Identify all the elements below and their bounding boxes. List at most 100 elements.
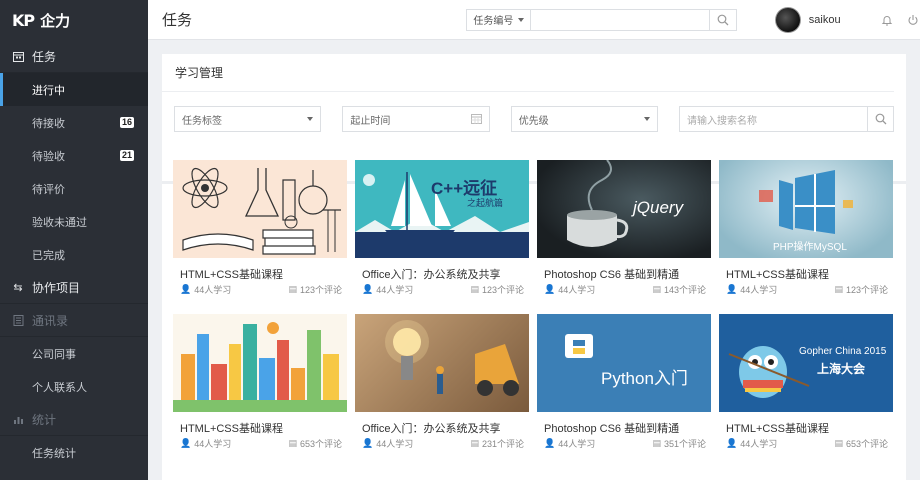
comments-count: ▤ 123个评论 [834, 283, 888, 296]
thumb-title: PHP操作MySQL [773, 242, 847, 253]
course-meta: 👤 44人学习 ▤ 123个评论 [173, 283, 347, 296]
learners-label: 44人学习 [376, 439, 414, 449]
sidebar-item-to-receive[interactable]: 待接收 16 [0, 106, 148, 139]
sidebar-item-to-evaluate[interactable]: 待评价 [0, 172, 148, 205]
header-search: 任务编号 [466, 8, 737, 31]
nav-section-tasks[interactable]: 任务 [0, 40, 148, 73]
course-title[interactable]: Photoshop CS6 基础到精通 [537, 266, 711, 281]
course-grid: HTML+CSS基础课程 👤44人学习 ▤123个评论 C++远征 之起航篇 [173, 160, 895, 456]
user-icon: 👤 [726, 284, 738, 294]
learners-count: 👤 44人学习 [726, 283, 777, 296]
search-button[interactable] [708, 9, 736, 30]
sidebar-item-rejected[interactable]: 验收未通过 [0, 205, 148, 238]
user-icon: 👤 [544, 438, 556, 448]
thumb-subtitle: 之起航篇 [467, 198, 504, 208]
course-title[interactable]: Office入门：办公系统及共享 [355, 420, 529, 435]
date-range-picker[interactable]: 起止时间 [342, 106, 490, 132]
sidebar-item-label: 待接收 [32, 117, 65, 130]
power-icon[interactable] [906, 13, 920, 27]
sidebar-item-to-check[interactable]: 待验收 21 [0, 139, 148, 172]
tag-select-label: 任务标签 [182, 115, 222, 127]
contacts-icon [12, 314, 24, 326]
user-icon: 👤 [180, 438, 192, 448]
date-range-label: 起止时间 [350, 115, 391, 127]
priority-select-label: 优先级 [518, 115, 549, 127]
learners-label: 44人学习 [740, 285, 778, 295]
course-thumbnail[interactable]: C++远征 之起航篇 [355, 160, 529, 258]
course-thumbnail[interactable]: PHP操作MySQL [719, 160, 893, 258]
sidebar-item-completed[interactable]: 已完成 [0, 238, 148, 271]
learners-label: 44人学习 [558, 439, 596, 449]
avatar[interactable] [774, 6, 801, 33]
comments-count: ▤ 123个评论 [288, 283, 342, 296]
sidebar-item-colleagues[interactable]: 公司同事 [0, 337, 148, 370]
comments-count: ▤ 143个评论 [652, 283, 706, 296]
course-card[interactable]: Gopher China 2015 上海大会 HTML+CSS基础课程 👤 44人… [719, 314, 893, 456]
course-card[interactable]: Python入门 Photoshop CS6 基础到精通 👤 44人学习 ▤ 351… [537, 314, 711, 456]
course-card[interactable]: jQuery Photoshop CS6 基础到精通 👤 44人学习 ▤ 143个评… [537, 160, 711, 302]
comments-count: ▤ 351个评论 [652, 437, 706, 450]
course-thumbnail[interactable] [173, 314, 347, 412]
app-logo[interactable]: KP 企力 [0, 0, 148, 40]
course-card[interactable]: Office入门：办公系统及共享 👤 44人学习 ▤ 231个评论 [355, 314, 529, 456]
course-thumbnail[interactable] [355, 314, 529, 412]
comment-icon: ▤ [470, 438, 479, 448]
thumb-title: Gopher China 2015 [799, 346, 887, 357]
learners-count: 👤 44人学习 [544, 283, 595, 296]
course-meta: 👤 44人学习 ▤ 231个评论 [355, 437, 529, 450]
user-icon: 👤 [180, 284, 192, 294]
course-thumbnail[interactable]: Python入门 [537, 314, 711, 412]
sidebar-item-task-stats[interactable]: 任务统计 [0, 436, 148, 469]
calendar-icon [12, 50, 24, 62]
course-thumbnail[interactable]: jQuery [537, 160, 711, 258]
comments-count: ▤ 231个评论 [470, 437, 524, 450]
course-meta: 👤 44人学习 ▤ 123个评论 [355, 283, 529, 296]
page-title: 任务 [162, 12, 193, 29]
nav-section-stats[interactable]: 统计 [0, 403, 148, 436]
comments-label: 351个评论 [663, 439, 706, 449]
nav-section-contacts[interactable]: 通讯录 [0, 304, 148, 337]
learners-label: 44人学习 [194, 439, 232, 449]
thumb-title: Python入门 [601, 369, 688, 388]
search-type-select[interactable]: 任务编号 [467, 9, 532, 30]
bar-chart-icon [12, 413, 24, 425]
course-search-input[interactable]: 请输入搜索名称 [687, 112, 757, 127]
user-icon: 👤 [362, 438, 374, 448]
course-card[interactable]: HTML+CSS基础课程 👤 44人学习 ▤ 123个评论 [173, 160, 347, 302]
thumb-subtitle: 上海大会 [817, 362, 866, 376]
learners-label: 44人学习 [376, 285, 414, 295]
logo-mark: KP [12, 10, 35, 30]
bell-icon[interactable] [880, 13, 894, 27]
course-title[interactable]: Photoshop CS6 基础到精通 [537, 420, 711, 435]
search-icon [875, 113, 886, 125]
course-title[interactable]: HTML+CSS基础课程 [719, 266, 893, 281]
nav-section-label: 通讯录 [32, 313, 69, 328]
sidebar-item-label: 验收未通过 [32, 216, 87, 229]
chevron-down-icon [644, 117, 651, 121]
username[interactable]: saikou [809, 14, 868, 26]
nav-section-projects[interactable]: ⇆ 协作项目 [0, 271, 148, 304]
course-thumbnail[interactable] [173, 160, 347, 258]
course-title[interactable]: Office入门：办公系统及共享 [355, 266, 529, 281]
tag-select[interactable]: 任务标签 [174, 106, 322, 132]
course-title[interactable]: HTML+CSS基础课程 [173, 266, 347, 281]
learners-count: 👤 44人学习 [180, 283, 231, 296]
course-card[interactable]: PHP操作MySQL HTML+CSS基础课程 👤 44人学习 ▤ 123个评论 [719, 160, 893, 302]
priority-select[interactable]: 优先级 [510, 106, 659, 132]
learners-label: 44人学习 [558, 285, 596, 295]
comment-icon: ▤ [652, 284, 661, 294]
learners-count: 👤 44人学习 [726, 437, 777, 450]
course-card[interactable]: C++远征 之起航篇 Office入门：办公系统及共享 👤 44人学习 ▤ 123个… [355, 160, 529, 302]
learners-label: 44人学习 [740, 439, 778, 449]
course-title[interactable]: HTML+CSS基础课程 [173, 420, 347, 435]
course-search-button[interactable] [867, 107, 893, 131]
sidebar-item-personal-contacts[interactable]: 个人联系人 [0, 370, 148, 403]
learners-count: 👤 44人学习 [544, 437, 595, 450]
search-input[interactable] [531, 9, 709, 30]
chevron-down-icon [307, 117, 314, 121]
course-card[interactable]: HTML+CSS基础课程 👤 44人学习 ▤ 653个评论 [173, 314, 347, 456]
course-title[interactable]: HTML+CSS基础课程 [719, 420, 893, 435]
course-thumbnail[interactable]: Gopher China 2015 上海大会 [719, 314, 893, 412]
sidebar-item-in-progress[interactable]: 进行中 [0, 73, 148, 106]
count-badge: 16 [119, 117, 134, 128]
